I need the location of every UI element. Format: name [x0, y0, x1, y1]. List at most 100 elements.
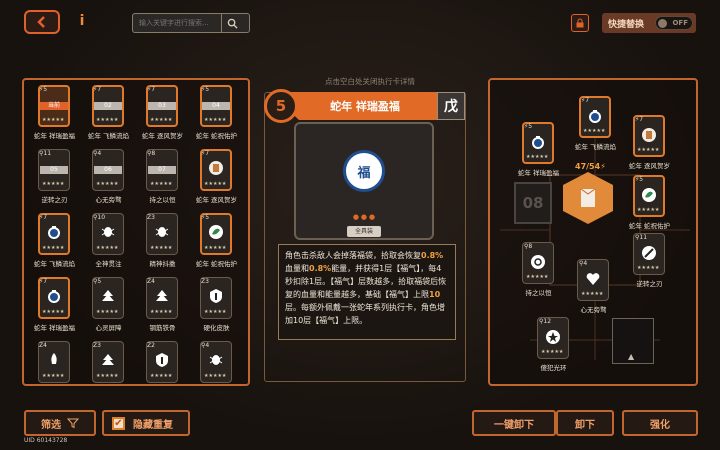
inventory-card[interactable]: Z4 ★★★★★ [32, 341, 77, 401]
tree-icon [100, 288, 116, 304]
card-name: 蛇年 蛇祝佑护 [195, 260, 238, 268]
inventory-card[interactable]: ⚲10 ★★★★★ 全神贯注 [86, 213, 131, 273]
card-level: ⚲11 [39, 150, 52, 157]
inventory-card[interactable]: ⚡7 ★★★★★ 蛇年 飞鳞流焰 [32, 213, 77, 273]
inventory-card[interactable]: ⚲4 ★★★★★ [194, 341, 239, 401]
equip-slot-badge: 06 [94, 166, 122, 174]
info-icon[interactable]: i [76, 13, 88, 31]
star-rating: ★★★★★ [150, 373, 173, 379]
inventory-card[interactable]: Z3 ★★★★★ 精神抖擞 [140, 213, 185, 273]
unload-label: 卸下 [575, 419, 595, 431]
star-rating: ★★★★★ [96, 309, 119, 315]
description-text: 血量和 [285, 264, 309, 273]
equipped-panel: ⚡5 ★★★★★ 蛇年 祥瑞盈福 ⚡7 ★★★★★ 蛇年 飞鳞流焰 ⚡7 ★★★… [488, 78, 698, 386]
back-button[interactable] [24, 10, 60, 34]
lucky-bag-icon: 福 [343, 150, 385, 192]
inventory-card[interactable]: Z4 ★★★★★ 钢筋铁骨 [140, 277, 185, 337]
card-name: 蛇年 飞鳞流焰 [87, 132, 130, 140]
card-name: 蛇年 飞鳞流焰 [574, 143, 617, 151]
bag-icon [46, 288, 62, 304]
card-level: ⚲4 [93, 150, 102, 157]
inventory-card[interactable]: ⚡7 ★★★★★ 蛇年 逐风贺岁 [194, 149, 239, 209]
equipped-card[interactable]: ⚡5 ★★★★★ 蛇年 祥瑞盈福 [516, 122, 561, 182]
inventory-card[interactable]: ⚡7 03 ★★★★★ 蛇年 逐风贺岁 [140, 85, 185, 145]
inventory-card[interactable]: ⚲8 07 ★★★★★ 持之以恒 [140, 149, 185, 209]
card-name: 持之以恒 [525, 289, 552, 297]
search-button[interactable] [221, 14, 243, 32]
enhance-button[interactable]: 强化 [622, 410, 698, 436]
hide-dup-label: 隐藏重复 [133, 419, 173, 431]
star-rating: ★★★★★ [96, 245, 119, 251]
equipped-card[interactable]: ⚲8 ★★★★★ 持之以恒 [516, 242, 561, 302]
equipped-card[interactable]: ⚲11 ★★★★★ 逆转之刃 [627, 233, 672, 293]
equipped-card[interactable]: ⚡7 ★★★★★ 蛇年 逐风贺岁 [627, 115, 672, 175]
empty-slot-08[interactable]: 08 [514, 182, 552, 224]
equipped-card[interactable]: ⚲12 ★★★★★ 傻犯光环 [531, 317, 576, 377]
search-input[interactable] [133, 19, 221, 27]
card-level: ⚡5 [524, 123, 533, 130]
inventory-card[interactable]: ⚲4 06 ★★★★★ 心无旁骛 [86, 149, 131, 209]
unload-all-button[interactable]: 一键卸下 [472, 410, 556, 436]
equipped-card[interactable]: ⚡7 ★★★★★ 蛇年 飞鳞流焰 [573, 96, 618, 156]
star-rating: ★★★★★ [204, 373, 227, 379]
card-level: Z3 [201, 278, 209, 285]
inventory-card[interactable]: ⚲11 05 ★★★★★ 逆转之刃 [32, 149, 77, 209]
inventory-card[interactable]: ⚡5 ★★★★★ 蛇年 蛇祝佑护 [194, 213, 239, 273]
star-rating: ★★★★★ [526, 154, 549, 160]
card-name: 硬化皮肤 [203, 324, 230, 332]
star-rating: ★★★★★ [42, 373, 65, 379]
inventory-card[interactable]: ⚡5 当前 ★★★★★ 蛇年 祥瑞盈福 [32, 85, 77, 145]
equipped-card[interactable]: ⚡5 ★★★★★ 蛇年 蛇祝佑护 [627, 175, 672, 235]
detail-level: 5 [264, 89, 298, 123]
bug-icon [208, 352, 224, 368]
card-name: 蛇年 飞鳞流焰 [33, 260, 76, 268]
toggle-state: OFF [672, 19, 688, 27]
card-name: 心无旁骛 [95, 196, 122, 204]
star-rating: ★★★★★ [526, 274, 549, 280]
card-name: 蛇年 逐风贺岁 [141, 132, 184, 140]
quick-swap-toggle[interactable]: OFF [655, 16, 693, 30]
close-hint: 点击空白处关闭执行卡详情 [325, 77, 415, 86]
card-name: 蛇年 蛇祝佑护 [628, 222, 671, 230]
unload-button[interactable]: 卸下 [556, 410, 614, 436]
card-name: 蛇年 蛇祝佑护 [195, 132, 238, 140]
star-rating: ★★★★★ [583, 128, 606, 134]
inventory-card[interactable]: ⚡7 ★★★★★ 蛇年 祥瑞盈福 [32, 277, 77, 337]
card-level: ⚲8 [524, 243, 533, 250]
shoe-icon [208, 160, 224, 176]
description-text: 层。每额外佩戴一张蛇年系列执行卡，角色增加10层【福气】上限。 [285, 303, 445, 325]
filter-button[interactable]: 筛选 [24, 410, 96, 436]
uid-label: UID 60143728 [24, 437, 68, 444]
core-cube-icon [580, 188, 596, 207]
energy-count: 47/54⚡ [575, 162, 606, 171]
inventory-card[interactable]: Z3 ★★★★★ [86, 341, 131, 401]
inventory-card[interactable]: Z2 ★★★★★ [140, 341, 185, 401]
lock-button[interactable] [571, 14, 589, 32]
unload-all-label: 一键卸下 [494, 419, 534, 431]
empty-slot[interactable]: ▲ [612, 318, 654, 364]
card-level: ⚡5 [635, 176, 644, 183]
description-text: 角色击杀敌人会掉落福袋，拾取会恢复 [285, 251, 421, 260]
inventory-card[interactable]: ⚡5 04 ★★★★★ 蛇年 蛇祝佑护 [194, 85, 239, 145]
lock-icon [576, 18, 584, 28]
inventory-card[interactable]: Z3 ★★★★★ 硬化皮肤 [194, 277, 239, 337]
star-rating: ★★★★★ [581, 291, 604, 297]
heart-icon [585, 271, 601, 287]
card-level: ⚡7 [39, 278, 48, 285]
inventory-card[interactable]: ⚡7 02 ★★★★★ 蛇年 飞鳞流焰 [86, 85, 131, 145]
description-text: 0.8% [421, 251, 444, 260]
detail-title: 蛇年 祥瑞盈福 [290, 92, 440, 120]
card-name: 逆转之刃 [41, 196, 68, 204]
hide-duplicates-toggle[interactable]: ✔ 隐藏重复 [102, 410, 190, 436]
card-level: ⚡7 [201, 150, 210, 157]
card-name: 蛇年 祥瑞盈福 [33, 132, 76, 140]
star-rating: ★★★★★ [42, 117, 65, 123]
card-level: ⚡7 [581, 97, 590, 104]
inventory-card[interactable]: ⚲5 ★★★★★ 心灵屏障 [86, 277, 131, 337]
card-level: ⚲4 [201, 342, 210, 349]
shoe-icon [641, 127, 657, 143]
page-dots: ●●● [352, 213, 378, 221]
equipped-card[interactable]: ⚲4 ★★★★★ 心无旁骛 [571, 259, 616, 319]
card-name: 精神抖擞 [149, 260, 176, 268]
spiral-icon [530, 254, 546, 270]
